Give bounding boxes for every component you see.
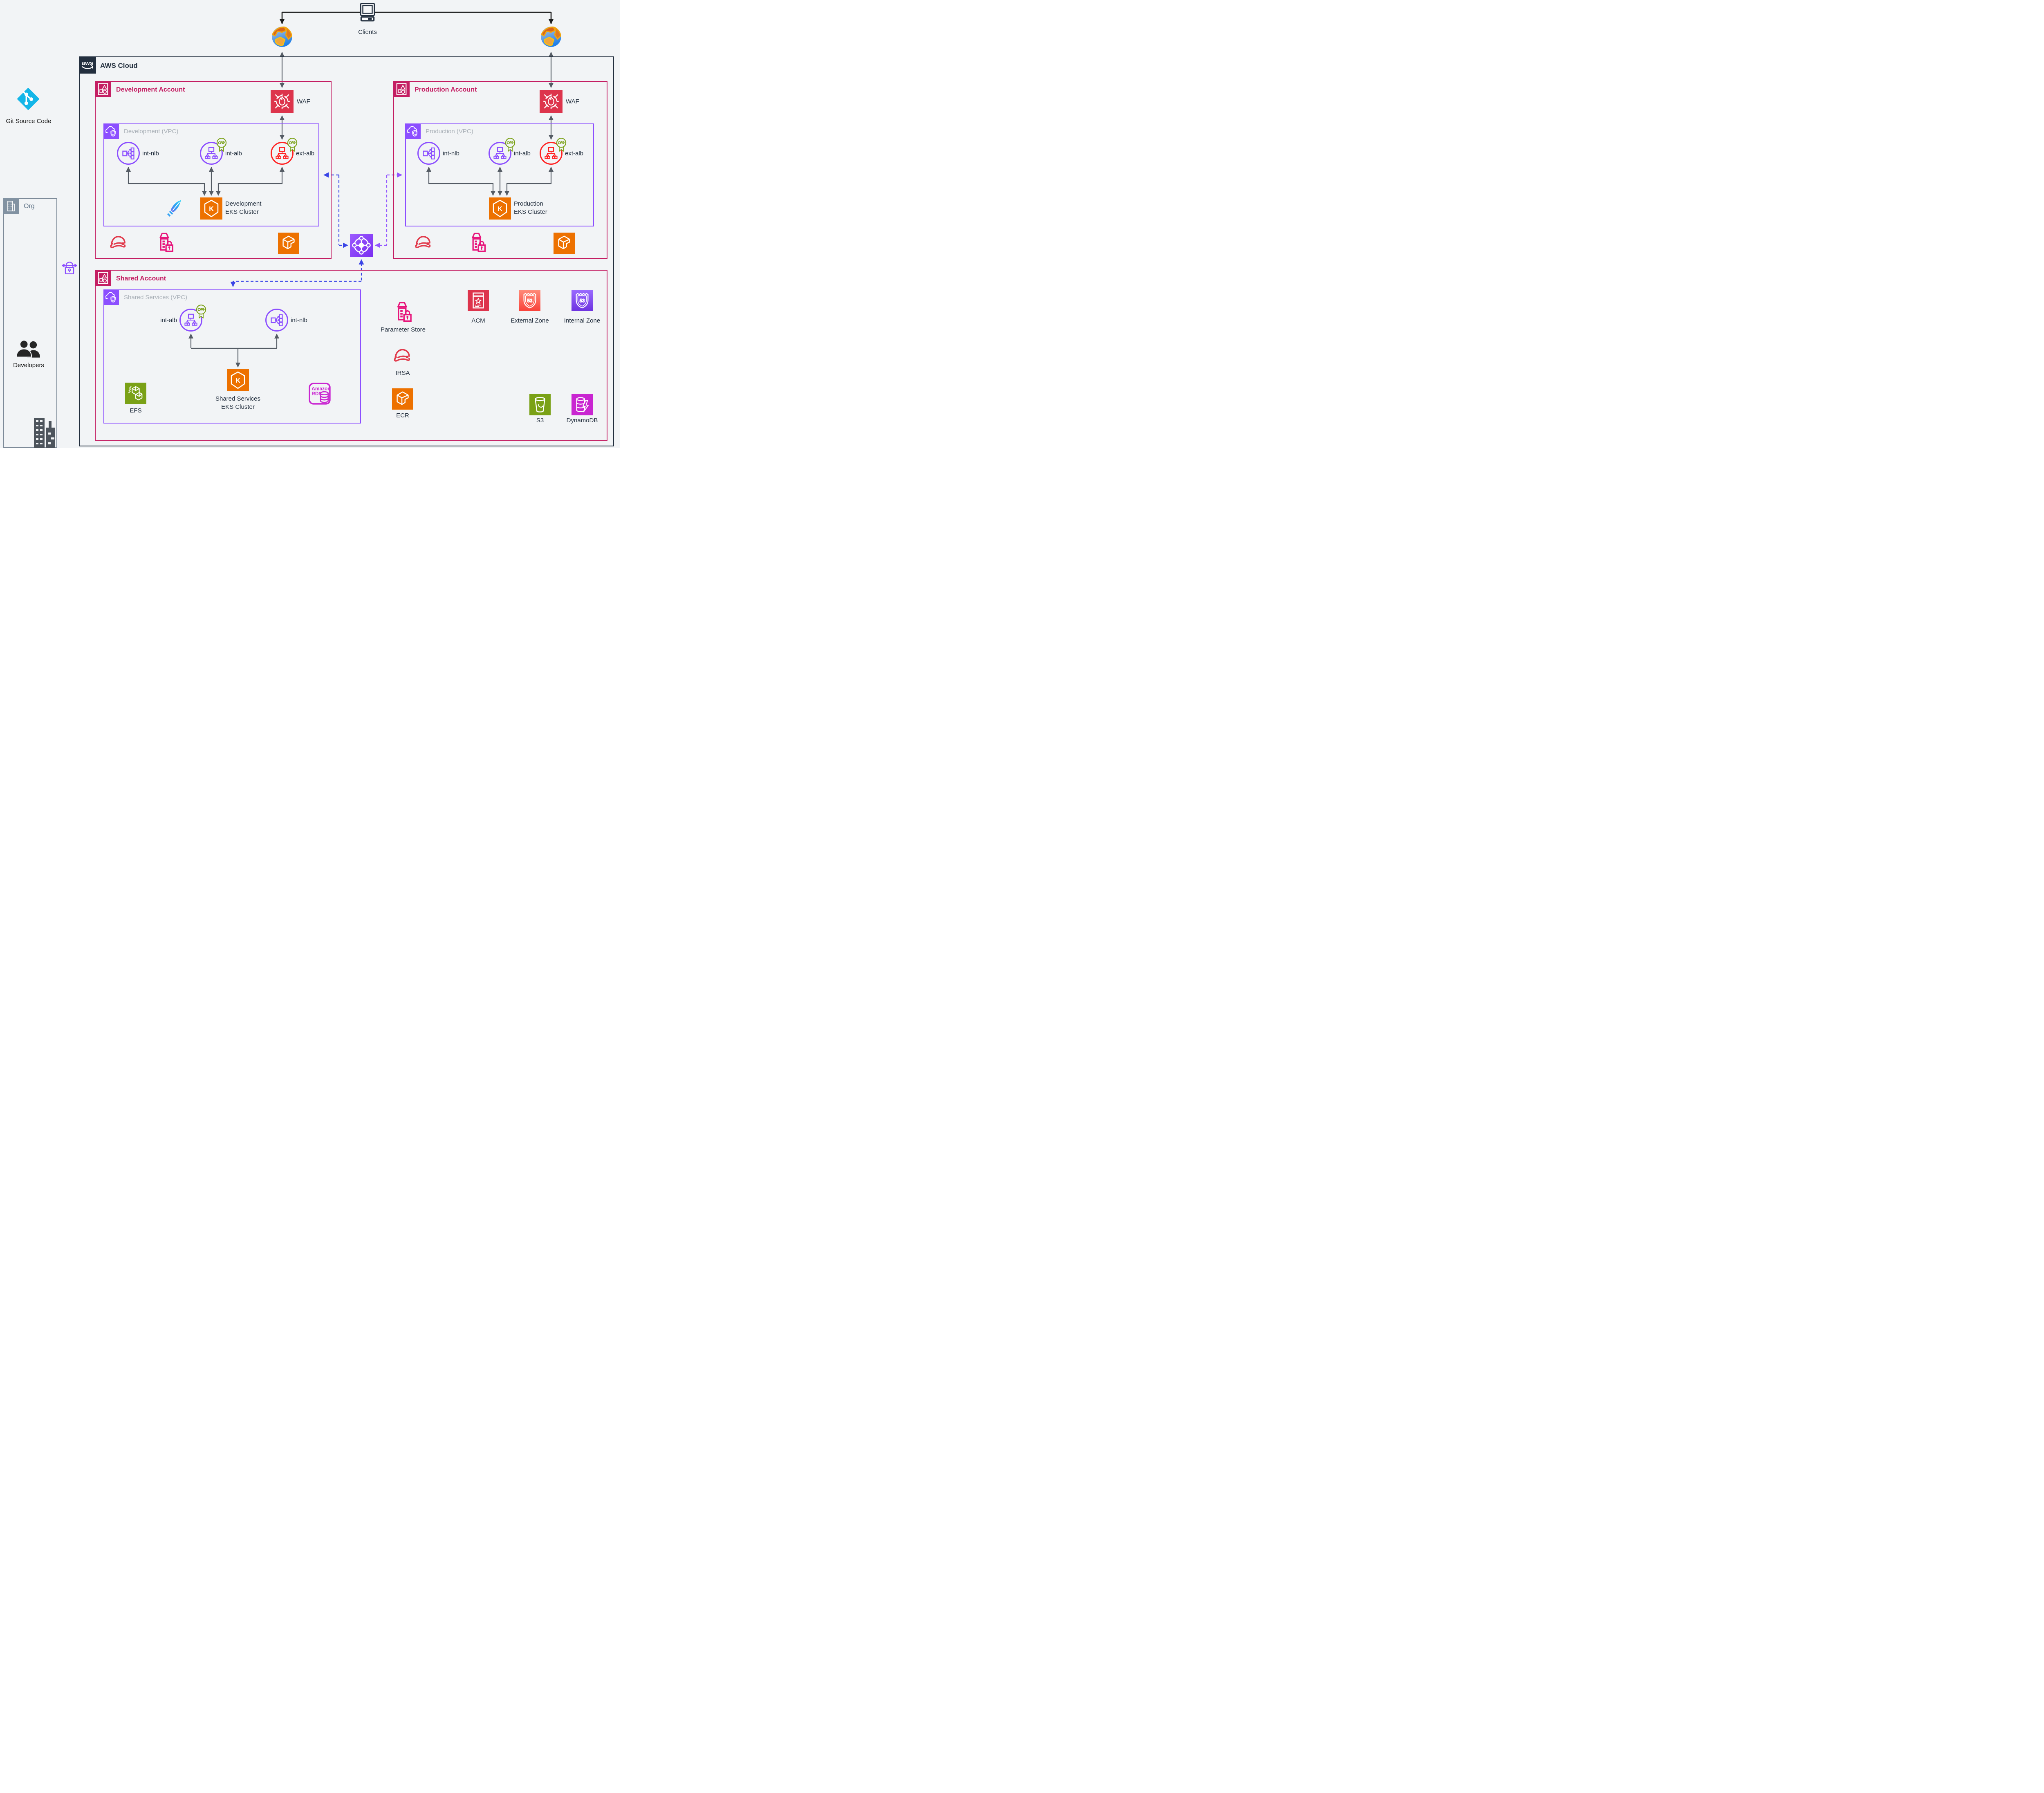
ext-alb-label-dev: ext-alb [296,150,315,157]
aws-cloud-label: AWS Cloud [100,62,138,69]
int-alb-label-shared: int-alb [160,317,177,324]
route53-external-zone-icon: 53 [519,290,540,311]
ext-alb-icon-dev [271,138,298,165]
int-nlb-label-prod: int-nlb [443,150,459,157]
waf-icon-dev [271,90,294,113]
org-boundary: Org [3,198,57,448]
git-source-code-label: Git Source Code [6,118,52,125]
development-vpc-label: Development (VPC) [124,128,179,135]
ecr-icon-shared [392,388,413,410]
int-nlb-icon-dev [117,142,140,165]
ecr-icon-prod [554,233,575,254]
helm-irsa-icon-prod [412,232,435,253]
rds-icon: Amazon RDS [308,382,331,405]
external-zone-label: External Zone [511,317,549,324]
clients-monitor-icon [357,2,378,24]
dynamodb-label: DynamoDB [566,417,598,424]
buildings-icon [33,417,56,448]
efs-label: EFS [130,407,142,414]
parameter-store-icon-prod [466,231,489,254]
eks-cluster-label-shared: Shared Services EKS Cluster [215,395,261,410]
svg-text:K: K [498,206,502,213]
developers-label: Developers [13,362,44,369]
vpc-badge-icon [103,289,119,305]
parameter-store-icon-shared [392,300,415,324]
int-nlb-label-shared: int-nlb [291,317,307,324]
aws-logo-icon: aws [78,56,96,74]
int-alb-label-prod: int-alb [514,150,531,157]
int-alb-label-dev: int-alb [225,150,242,157]
int-nlb-label-dev: int-nlb [142,150,159,157]
int-alb-icon-prod [489,138,515,165]
waf-label-dev: WAF [297,98,310,105]
svg-text:K: K [235,377,240,384]
parameter-store-icon-dev [154,231,176,254]
eks-cluster-icon-shared: K [227,369,249,391]
developers-icon [15,339,42,360]
ecr-icon-dev [278,233,299,254]
route53-internal-zone-icon: 53 [572,290,593,311]
efs-icon [125,383,146,404]
int-alb-icon-dev [200,138,227,165]
clients-lines [280,11,554,24]
ext-alb-icon-prod [540,138,567,165]
account-badge-icon [94,269,111,286]
production-account-label: Production Account [415,86,477,93]
secure-access-lock-icon [61,259,78,277]
account-badge-icon [94,81,111,97]
development-account-label: Development Account [116,86,185,93]
account-badge-icon [393,81,410,97]
clients-label: Clients [358,29,377,36]
transit-gateway-icon [350,234,373,257]
svg-text:53: 53 [580,298,585,303]
git-icon [17,87,40,110]
org-building-icon [3,198,19,214]
eks-cluster-label-prod: Production EKS Cluster [514,200,547,215]
shared-vpc-label: Shared Services (VPC) [124,294,188,301]
vpc-badge-icon [103,123,119,139]
int-alb-icon-shared [179,305,206,332]
irsa-label: IRSA [395,370,410,377]
s3-label: S3 [536,417,544,424]
int-nlb-icon-shared [265,309,288,332]
architecture-diagram: Clients aws AWS Cloud Development Accoun… [0,0,620,448]
eks-cluster-label-dev: Development EKS Cluster [225,200,262,215]
acm-label: ACM [471,317,485,324]
svg-text:K: K [209,206,214,213]
waf-icon-prod [540,90,563,113]
waf-label-prod: WAF [566,98,579,105]
certificate-key-icon [195,304,208,320]
dynamodb-icon [572,394,593,415]
eks-cluster-icon-dev: K [200,197,222,220]
svg-text:53: 53 [527,298,533,303]
internal-zone-label: Internal Zone [564,317,601,324]
internet-globe-icon-left [271,26,293,48]
helm-irsa-icon-dev [108,232,130,253]
org-label: Org [24,203,35,210]
ext-alb-label-prod: ext-alb [565,150,584,157]
irsa-icon [391,345,414,367]
vpc-badge-icon [405,123,421,139]
shared-account-label: Shared Account [116,275,166,282]
ecr-label: ECR [396,412,409,419]
acm-icon [468,290,489,311]
parameter-store-label: Parameter Store [380,326,426,333]
int-nlb-icon-prod [417,142,440,165]
s3-icon [529,394,551,415]
production-vpc-label: Production (VPC) [426,128,473,135]
internet-globe-icon-right [540,26,562,48]
eks-cluster-icon-prod: K [489,197,511,220]
karpenter-icon [165,199,184,218]
